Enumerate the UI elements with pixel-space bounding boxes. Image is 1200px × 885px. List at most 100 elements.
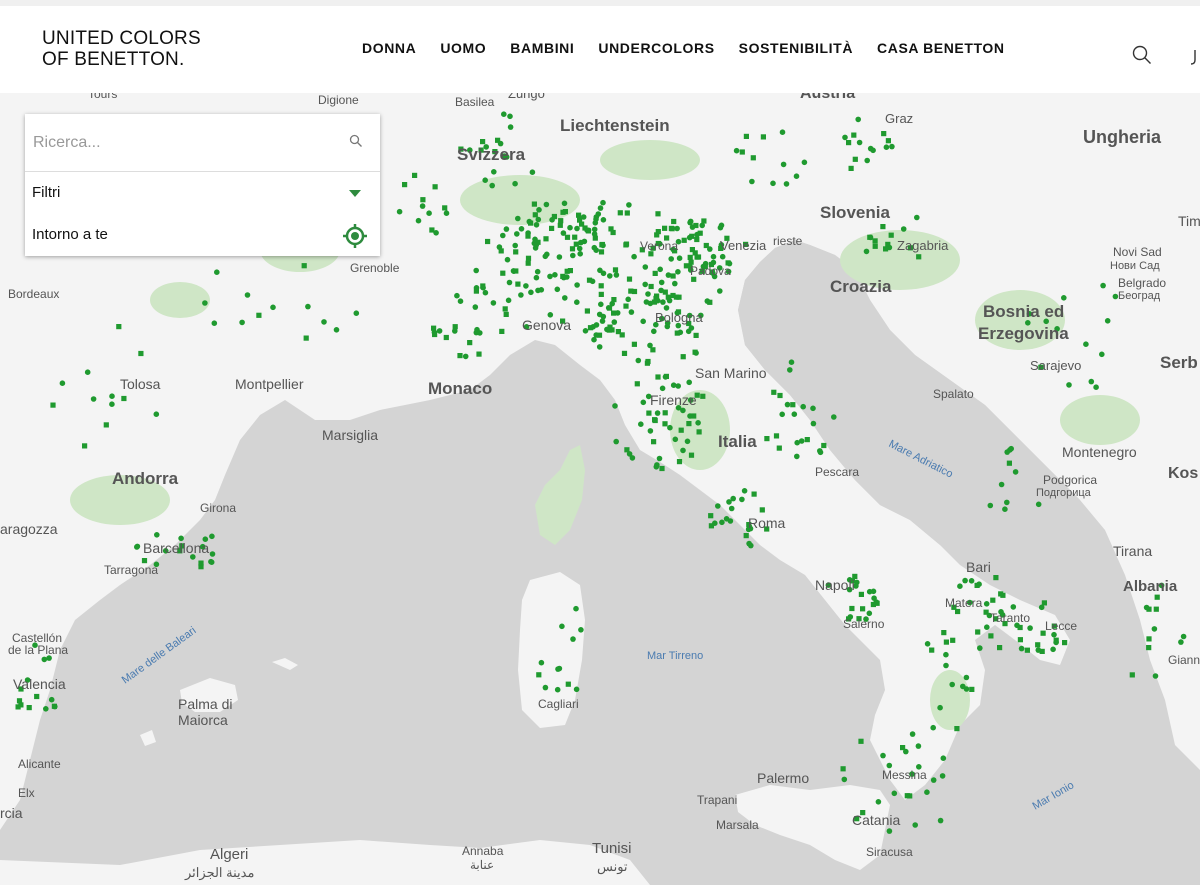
store-marker[interactable] [1153, 606, 1159, 612]
store-marker[interactable] [626, 276, 633, 282]
store-marker[interactable] [880, 752, 886, 759]
store-marker[interactable] [353, 310, 360, 317]
store-marker[interactable] [930, 724, 936, 731]
store-marker[interactable] [121, 395, 127, 402]
store-marker[interactable] [883, 144, 890, 150]
store-marker[interactable] [654, 410, 661, 416]
store-marker[interactable] [202, 300, 208, 306]
store-marker[interactable] [691, 413, 697, 419]
store-marker[interactable] [670, 273, 676, 279]
store-marker[interactable] [717, 224, 724, 231]
store-marker[interactable] [651, 328, 657, 335]
store-marker[interactable] [270, 304, 276, 311]
store-marker[interactable] [872, 243, 878, 249]
store-marker[interactable] [547, 273, 553, 280]
store-marker[interactable] [840, 766, 846, 772]
store-marker[interactable] [109, 401, 115, 408]
store-marker[interactable] [505, 297, 512, 304]
store-marker[interactable] [1146, 645, 1152, 651]
store-marker[interactable] [909, 731, 916, 737]
store-marker[interactable] [584, 308, 590, 314]
store-marker[interactable] [528, 289, 534, 296]
store-marker[interactable] [578, 239, 584, 246]
store-marker[interactable] [1180, 633, 1187, 640]
store-marker[interactable] [432, 184, 438, 190]
store-marker[interactable] [154, 532, 160, 538]
store-marker[interactable] [543, 236, 549, 242]
store-marker[interactable] [791, 411, 798, 418]
store-marker[interactable] [514, 231, 520, 237]
store-marker[interactable] [612, 403, 618, 409]
store-marker[interactable] [611, 310, 617, 316]
store-marker[interactable] [689, 233, 695, 239]
store-marker[interactable] [593, 214, 600, 220]
store-marker[interactable] [536, 672, 542, 678]
store-marker[interactable] [700, 393, 706, 399]
store-marker[interactable] [452, 328, 458, 334]
store-marker[interactable] [619, 332, 625, 338]
store-marker[interactable] [696, 429, 702, 435]
store-marker[interactable] [134, 544, 140, 550]
store-marker[interactable] [443, 210, 450, 216]
store-marker[interactable] [870, 588, 877, 595]
store-marker[interactable] [984, 624, 990, 630]
store-marker[interactable] [556, 254, 563, 260]
store-marker[interactable] [454, 292, 460, 299]
store-marker[interactable] [743, 133, 749, 139]
store-marker[interactable] [570, 252, 576, 259]
store-marker[interactable] [658, 279, 665, 286]
store-marker[interactable] [482, 177, 489, 183]
store-marker[interactable] [214, 269, 220, 276]
store-marker[interactable] [525, 255, 532, 261]
store-marker[interactable] [750, 155, 756, 161]
store-marker[interactable] [957, 583, 963, 589]
store-marker[interactable] [712, 520, 718, 526]
store-marker[interactable] [647, 428, 654, 434]
store-marker[interactable] [998, 481, 1005, 488]
store-marker[interactable] [941, 630, 947, 636]
store-marker[interactable] [500, 270, 506, 276]
store-marker[interactable] [962, 577, 968, 584]
store-marker[interactable] [457, 353, 463, 359]
store-marker[interactable] [780, 161, 787, 168]
store-marker[interactable] [646, 410, 652, 416]
store-marker[interactable] [672, 280, 678, 287]
store-marker[interactable] [640, 318, 646, 325]
store-marker[interactable] [689, 247, 695, 253]
store-marker[interactable] [623, 303, 629, 309]
store-marker[interactable] [26, 705, 32, 711]
store-marker[interactable] [116, 324, 122, 330]
store-marker[interactable] [783, 181, 790, 187]
store-marker[interactable] [759, 507, 765, 513]
store-marker[interactable] [631, 253, 637, 260]
store-marker[interactable] [929, 647, 935, 653]
store-marker[interactable] [609, 327, 615, 333]
store-marker[interactable] [885, 241, 891, 247]
store-marker[interactable] [301, 263, 307, 269]
store-marker[interactable] [333, 327, 340, 333]
store-marker[interactable] [565, 681, 571, 687]
store-marker[interactable] [433, 230, 439, 236]
store-marker[interactable] [496, 244, 503, 250]
store-marker[interactable] [582, 225, 588, 231]
store-marker[interactable] [209, 551, 216, 557]
store-marker[interactable] [82, 443, 88, 449]
store-marker[interactable] [544, 251, 550, 258]
store-marker[interactable] [687, 218, 694, 225]
store-marker[interactable] [821, 442, 827, 449]
store-marker[interactable] [1099, 351, 1105, 358]
store-marker[interactable] [864, 157, 870, 164]
store-marker[interactable] [855, 116, 861, 123]
store-marker[interactable] [564, 268, 570, 274]
store-marker[interactable] [841, 776, 848, 783]
store-marker[interactable] [613, 438, 619, 445]
store-marker[interactable] [1027, 625, 1033, 631]
store-marker[interactable] [1104, 318, 1111, 324]
store-marker[interactable] [975, 629, 981, 635]
store-marker[interactable] [208, 559, 215, 565]
store-marker[interactable] [503, 311, 509, 317]
store-marker[interactable] [983, 601, 990, 607]
store-marker[interactable] [600, 199, 606, 206]
store-marker[interactable] [420, 197, 426, 203]
store-marker[interactable] [628, 288, 634, 294]
